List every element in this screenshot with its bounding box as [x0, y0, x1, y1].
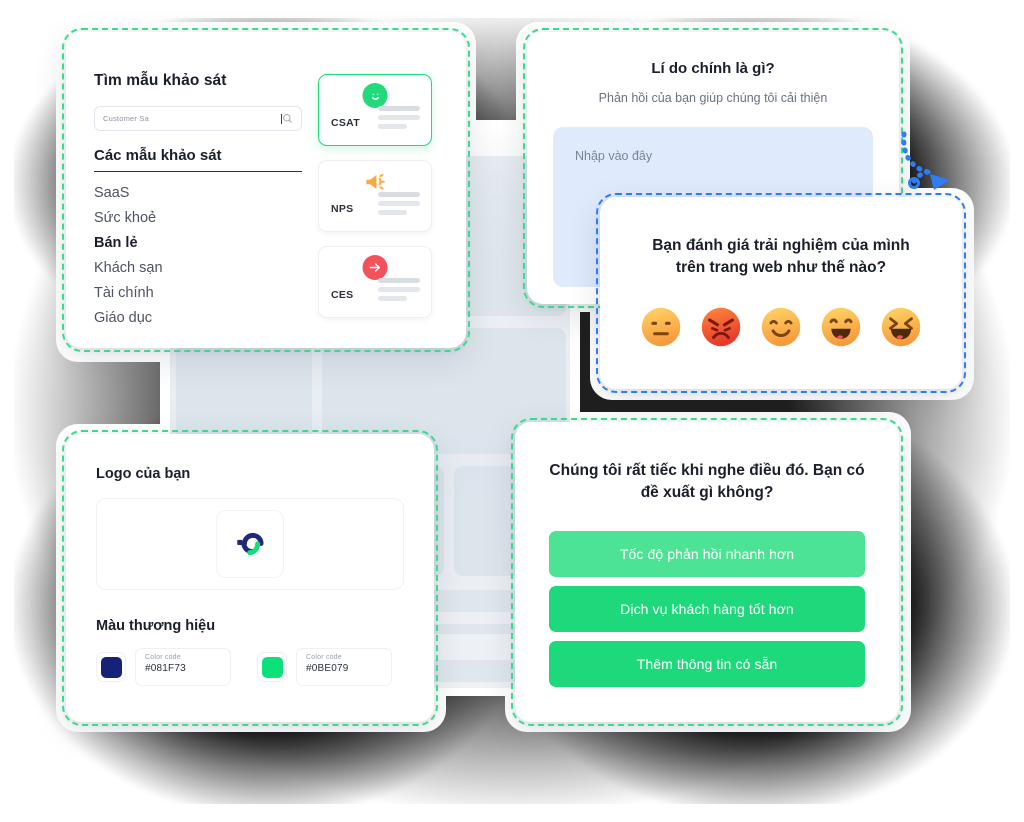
list-item[interactable]: Giáo dục — [94, 305, 302, 330]
survey-type-column: CSAT NPS CES — [318, 74, 432, 332]
swatch-group-primary: Color code #081F73 — [96, 648, 231, 686]
happy-face-emoji[interactable] — [820, 306, 862, 348]
logo-upload-area[interactable] — [96, 498, 404, 590]
color-code-label: Color code — [145, 654, 181, 661]
megaphone-icon — [363, 169, 388, 194]
templates-list: SaaS Sức khoẻ Bán lẻ Khách sạn Tài chính… — [94, 180, 302, 330]
brand-color-swatches: Color code #081F73 Color code #0BE079 — [96, 648, 404, 686]
page-title: Tìm mẫu khảo sát — [94, 72, 227, 89]
survey-type-label: NPS — [331, 203, 354, 215]
emoji-rating-scale — [600, 306, 962, 348]
neutral-face-emoji[interactable] — [640, 306, 682, 348]
backdrop-cut-top — [0, 0, 1024, 18]
brand-colors-title: Màu thương hiệu — [96, 618, 216, 634]
logo-preview-tile — [216, 510, 284, 578]
placeholder-lines — [378, 278, 420, 301]
templates-left-column: Tìm mẫu khảo sát Customer Sa Các mẫu khả… — [94, 72, 302, 330]
backdrop-cut-left — [0, 0, 14, 822]
question-subtitle: Phản hồi của bạn giúp chúng tôi cải thiệ… — [598, 91, 828, 105]
search-input-value: Customer Sa — [103, 114, 149, 123]
color-swatch-green[interactable] — [257, 652, 287, 682]
arrow-right-circle-icon — [362, 255, 388, 280]
backdrop-cut-bottom — [0, 804, 1024, 822]
search-input[interactable]: Customer Sa — [94, 106, 302, 131]
suggestion-button-faster-response[interactable]: Tốc độ phản hồi nhanh hơn — [549, 530, 865, 577]
suggestion-button-better-service[interactable]: Dịch vụ khách hàng tốt hơn — [549, 585, 865, 632]
templates-list-heading: Các mẫu khảo sát — [94, 147, 302, 172]
textarea-placeholder: Nhập vào đây — [575, 149, 653, 163]
suggestion-buttons: Tốc độ phản hồi nhanh hơn Dịch vụ khách … — [549, 530, 865, 687]
survey-type-ces[interactable]: CES — [318, 246, 432, 318]
question-title: Bạn đánh giá trải nghiệm của mình trên t… — [652, 237, 910, 277]
laughing-face-emoji[interactable] — [880, 306, 922, 348]
logo-section-title: Logo của bạn — [96, 466, 191, 482]
list-item[interactable]: Tài chính — [94, 280, 302, 305]
color-swatch-navy[interactable] — [96, 652, 126, 682]
color-code-label: Color code — [306, 654, 342, 661]
suggestion-button-more-info[interactable]: Thêm thông tin có sẵn — [549, 640, 865, 687]
list-item[interactable]: Sức khoẻ — [94, 205, 302, 230]
angry-face-emoji[interactable] — [700, 306, 742, 348]
placeholder-lines — [378, 192, 420, 215]
swatch-group-secondary: Color code #0BE079 — [257, 648, 392, 686]
list-item[interactable]: Bán lẻ — [94, 230, 302, 255]
dotted-curved-arrow-cursor — [901, 131, 950, 190]
placeholder-lines — [378, 106, 420, 129]
survey-type-nps[interactable]: NPS — [318, 160, 432, 232]
branding-card[interactable]: Logo của bạn Màu thương hiệu Color code … — [62, 430, 438, 726]
company-logo — [237, 532, 264, 556]
question-title: Lí do chính là gì? — [651, 60, 775, 77]
backdrop-cut-right — [1010, 0, 1024, 822]
survey-templates-card[interactable]: Tìm mẫu khảo sát Customer Sa Các mẫu khả… — [62, 28, 470, 352]
color-code-value: #081F73 — [145, 663, 186, 674]
survey-type-label: CSAT — [331, 117, 361, 129]
screenshot-root: Tìm mẫu khảo sát Customer Sa Các mẫu khả… — [0, 0, 1024, 822]
list-item[interactable]: SaaS — [94, 180, 302, 205]
search-icon — [283, 114, 292, 123]
slight-smile-emoji[interactable] — [760, 306, 802, 348]
suggestions-card[interactable]: Chúng tôi rất tiếc khi nghe điều đó. Bạn… — [511, 418, 903, 726]
color-code-value: #0BE079 — [306, 663, 349, 674]
survey-type-csat[interactable]: CSAT — [318, 74, 432, 146]
smiley-face-icon — [362, 83, 388, 108]
color-code-field-secondary[interactable]: Color code #0BE079 — [296, 648, 392, 686]
color-code-field-primary[interactable]: Color code #081F73 — [135, 648, 231, 686]
survey-type-label: CES — [331, 289, 354, 301]
question-title: Chúng tôi rất tiếc khi nghe điều đó. Bạn… — [549, 462, 865, 502]
emoji-rating-card[interactable]: Bạn đánh giá trải nghiệm của mình trên t… — [596, 193, 966, 393]
list-item[interactable]: Khách sạn — [94, 255, 302, 280]
